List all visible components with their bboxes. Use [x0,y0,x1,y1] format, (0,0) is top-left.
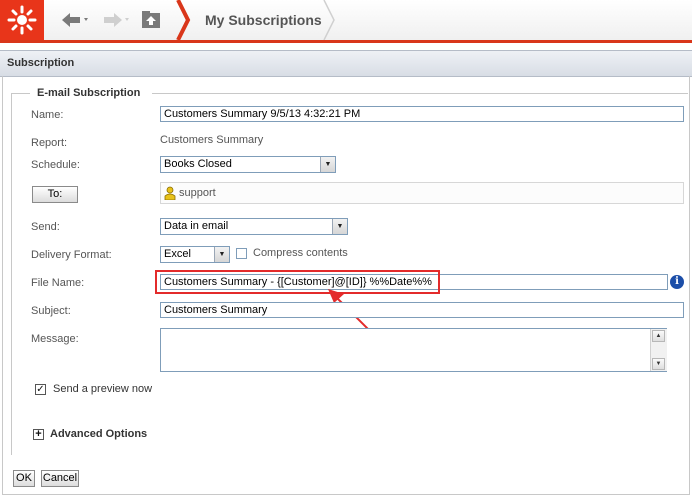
chevron-down-icon[interactable]: ▼ [320,157,335,172]
name-input[interactable]: Customers Summary 9/5/13 4:32:21 PM [160,106,684,122]
send-value: Data in email [164,220,229,232]
delivery-format-label: Delivery Format: [31,249,112,261]
fieldset-border [11,93,30,94]
recipients-box[interactable] [160,182,684,204]
subject-input[interactable]: Customers Summary [160,302,684,318]
subject-label: Subject: [31,305,71,317]
section-header [0,50,692,77]
compress-label: Compress contents [253,247,348,259]
recipient-name[interactable]: support [179,187,216,199]
schedule-value: Books Closed [164,158,232,170]
report-label: Report: [31,137,68,149]
fieldset-border [152,93,688,94]
logo-burst-icon[interactable] [0,0,44,40]
to-button[interactable]: To: [32,186,78,203]
preview-label: Send a preview now [53,383,153,395]
advanced-options-link[interactable]: Advanced Options [50,428,147,440]
section-title: Subscription [7,57,75,69]
chevron-down-icon[interactable]: ▼ [214,247,229,262]
up-folder-icon[interactable] [140,9,162,31]
preview-checkbox[interactable]: ✓ [35,384,46,395]
user-icon [164,186,176,200]
schedule-label: Schedule: [31,159,80,171]
ok-button[interactable]: OK [13,470,35,487]
scroll-up-icon[interactable]: ▲ [652,330,665,342]
delivery-format-select[interactable]: Excel ▼ [160,246,230,263]
report-value: Customers Summary [160,134,264,146]
fieldset-legend: E-mail Subscription [37,87,141,99]
name-label: Name: [31,109,64,121]
info-icon[interactable]: i [670,275,684,289]
breadcrumb-separator-icon [176,0,191,40]
message-scrollbar[interactable]: ▲ ▼ [650,329,667,371]
compress-checkbox[interactable] [236,248,247,259]
message-textarea[interactable] [160,328,667,372]
send-select[interactable]: Data in email ▼ [160,218,348,235]
scroll-down-icon[interactable]: ▼ [652,358,665,370]
schedule-select[interactable]: Books Closed ▼ [160,156,336,173]
cancel-button[interactable]: Cancel [41,470,79,487]
send-label: Send: [31,221,60,233]
fieldset-border [11,93,12,455]
breadcrumb-current[interactable]: My Subscriptions [205,12,322,28]
breadcrumb-end-icon [323,0,335,40]
back-arrow-icon[interactable] [58,9,94,31]
file-name-label: File Name: [31,277,85,289]
forward-arrow-icon[interactable] [100,9,134,31]
expand-plus-icon[interactable]: + [33,429,44,440]
delivery-format-value: Excel [164,248,191,260]
message-label: Message: [31,333,79,345]
chevron-down-icon[interactable]: ▼ [332,219,347,234]
